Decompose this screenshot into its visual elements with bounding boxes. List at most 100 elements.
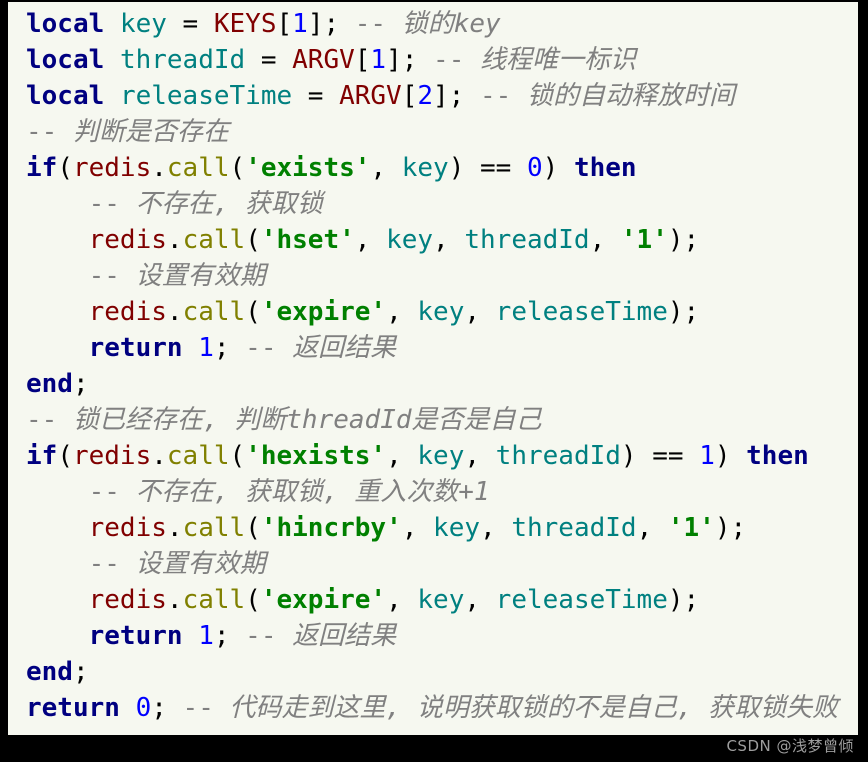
code-token-str: '1' bbox=[620, 225, 668, 255]
code-token-punc: ); bbox=[667, 585, 700, 615]
code-token-num: 0 bbox=[135, 693, 152, 723]
code-token-comment: 不存在, 获取锁 bbox=[135, 189, 323, 219]
code-token-var: threadId bbox=[464, 225, 590, 255]
code-token-punc bbox=[26, 261, 89, 291]
code-token-punc: ); bbox=[714, 513, 747, 543]
code-token-kw: then bbox=[573, 153, 637, 183]
code-token-comment-dash: -- bbox=[88, 189, 136, 219]
code-token-punc bbox=[26, 297, 89, 327]
code-token-method: call bbox=[182, 513, 246, 543]
watermark-text: CSDN @浅梦曾倾 bbox=[726, 737, 854, 755]
code-token-comment: 返回结果 bbox=[292, 333, 397, 363]
code-token-punc: ( bbox=[245, 297, 261, 327]
code-token-kw: return bbox=[26, 693, 120, 723]
code-token-punc: ]; bbox=[433, 81, 480, 111]
code-token-punc: ( bbox=[57, 153, 73, 183]
code-token-num: 1 bbox=[699, 441, 715, 471]
code-token-kw: return bbox=[88, 621, 183, 651]
code-token-comment: 返回结果 bbox=[292, 621, 397, 651]
code-token-punc: ; bbox=[72, 369, 89, 399]
code-token-punc bbox=[26, 585, 89, 615]
code-token-punc bbox=[104, 81, 120, 111]
code-token-punc: , bbox=[464, 585, 496, 615]
code-token-str: 'expire' bbox=[260, 297, 387, 327]
code-token-var: threadId bbox=[119, 45, 246, 75]
code-token-punc: ( bbox=[245, 225, 261, 255]
code-token-punc: ; bbox=[151, 693, 183, 723]
code-token-punc: , bbox=[636, 513, 668, 543]
code-token-comment-dash: -- bbox=[245, 333, 293, 363]
code-line: -- 不存在, 获取锁, 重入次数+1 bbox=[26, 474, 858, 510]
code-token-str: 'expire' bbox=[260, 585, 387, 615]
code-token-comment: 设置有效期 bbox=[135, 261, 266, 291]
code-token-var: threadId bbox=[511, 513, 637, 543]
code-line: if(redis.call('exists', key) == 0) then bbox=[26, 150, 858, 186]
code-token-op: = bbox=[292, 81, 340, 111]
code-token-punc: ( bbox=[245, 585, 261, 615]
code-token-punc: , bbox=[386, 441, 418, 471]
code-token-var: key bbox=[401, 153, 449, 183]
code-token-punc: , bbox=[464, 441, 496, 471]
code-token-global: ARGV bbox=[292, 45, 355, 75]
code-token-punc: ; bbox=[213, 333, 246, 363]
code-token-punc bbox=[26, 621, 89, 651]
code-token-comment-dash: -- bbox=[245, 621, 293, 651]
code-line: return 1; -- 返回结果 bbox=[26, 618, 858, 654]
code-token-punc bbox=[26, 477, 89, 507]
code-token-str: 'hincrby' bbox=[260, 513, 402, 543]
code-token-kw: end bbox=[26, 369, 73, 399]
code-token-punc bbox=[104, 45, 120, 75]
code-line: -- 判断是否存在 bbox=[26, 114, 858, 150]
code-token-kw: then bbox=[746, 441, 809, 471]
code-token-str: 'hexists' bbox=[245, 441, 387, 471]
code-token-punc bbox=[26, 189, 89, 219]
code-token-comment-dash: -- bbox=[480, 81, 527, 111]
code-token-obj: redis bbox=[88, 225, 167, 255]
code-token-comment-dash: -- bbox=[433, 45, 481, 75]
code-token-num: 1 bbox=[370, 45, 387, 75]
code-line: -- 设置有效期 bbox=[26, 258, 858, 294]
code-token-punc: , bbox=[589, 225, 621, 255]
code-line: end; bbox=[26, 366, 858, 402]
code-token-punc bbox=[104, 9, 120, 39]
code-token-comment-dash: -- bbox=[88, 477, 136, 507]
code-token-var: releaseTime bbox=[495, 297, 668, 327]
code-token-punc bbox=[120, 693, 136, 723]
code-token-var: key bbox=[417, 297, 465, 327]
code-token-var: key bbox=[386, 225, 434, 255]
code-token-punc: , bbox=[464, 297, 496, 327]
code-token-punc: , bbox=[386, 297, 418, 327]
code-token-comment: 设置有效期 bbox=[135, 549, 266, 579]
code-token-comment: 不存在, 获取锁, 重入次数+1 bbox=[135, 477, 490, 507]
code-token-var: threadId bbox=[495, 441, 621, 471]
code-token-str: 'exists' bbox=[245, 153, 371, 183]
code-token-comment-dash: -- bbox=[88, 549, 136, 579]
code-token-punc: ); bbox=[667, 225, 700, 255]
code-token-var: key bbox=[417, 585, 465, 615]
code-token-punc: ; bbox=[72, 657, 89, 687]
code-token-punc bbox=[26, 513, 89, 543]
code-token-kw: local bbox=[26, 9, 105, 39]
code-token-obj: redis bbox=[72, 153, 152, 183]
code-line: redis.call('hset', key, threadId, '1'); bbox=[26, 222, 858, 258]
code-token-punc: , bbox=[401, 513, 434, 543]
code-token-punc: [ bbox=[354, 45, 371, 75]
code-token-punc: , bbox=[386, 585, 418, 615]
code-token-comment: 锁的key bbox=[401, 9, 501, 39]
code-token-method: call bbox=[166, 441, 230, 471]
code-token-punc: ( bbox=[229, 153, 246, 183]
code-token-obj: redis bbox=[88, 297, 167, 327]
code-token-punc: . bbox=[166, 297, 183, 327]
code-token-punc: ( bbox=[229, 441, 246, 471]
code-token-punc: ) bbox=[542, 153, 574, 183]
screenshot-root: local key = KEYS[1]; -- 锁的key local threa… bbox=[0, 0, 868, 762]
code-token-punc: . bbox=[166, 225, 183, 255]
code-token-global: ARGV bbox=[339, 81, 402, 111]
code-token-punc: ; bbox=[213, 621, 246, 651]
code-token-kw: return bbox=[88, 333, 183, 363]
code-token-punc bbox=[26, 549, 89, 579]
code-token-op: == bbox=[464, 153, 527, 183]
code-token-num: 2 bbox=[417, 81, 434, 111]
code-line: -- 设置有效期 bbox=[26, 546, 858, 582]
code-token-num: 1 bbox=[292, 9, 308, 39]
